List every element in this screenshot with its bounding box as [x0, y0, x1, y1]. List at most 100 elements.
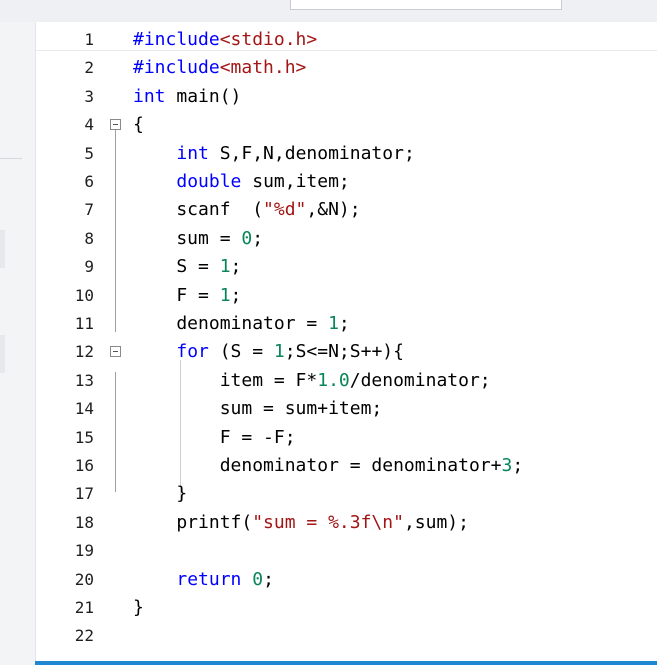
- code-token: sum = sum+item;: [133, 398, 383, 420]
- code-token: F = -F;: [133, 426, 296, 448]
- code-text: }: [133, 594, 144, 622]
- code-token: 3: [501, 455, 513, 476]
- line-number: 8: [84, 228, 94, 248]
- code-line[interactable]: 22: [36, 622, 657, 650]
- code-line[interactable]: 21}: [36, 594, 657, 622]
- code-token: ;S<=N;S++){: [284, 341, 404, 363]
- code-token: S,F,N,denominator;: [208, 142, 415, 164]
- code-token: {: [133, 114, 144, 136]
- code-text: #include<math.h>: [133, 54, 306, 82]
- code-token: 1: [219, 284, 231, 306]
- code-text: {: [133, 111, 144, 139]
- collapse-box-icon[interactable]: [110, 119, 121, 131]
- code-token: #include: [133, 29, 220, 50]
- line-number: 15: [74, 427, 94, 447]
- code-text: for (S = 1;S<=N;S++){: [133, 338, 404, 366]
- code-line[interactable]: 7 scanf ("%d",&N);: [36, 196, 657, 224]
- code-line[interactable]: 19: [36, 537, 657, 565]
- code-line[interactable]: 17 }: [36, 480, 657, 508]
- code-token: ,&N);: [306, 199, 361, 221]
- line-number: 2: [84, 58, 94, 78]
- code-line[interactable]: 14 sum = sum+item;: [36, 395, 657, 423]
- code-token: denominator = denominator+: [133, 455, 502, 476]
- code-line[interactable]: 4{: [36, 111, 657, 139]
- panel-tab[interactable]: [0, 335, 5, 373]
- code-line[interactable]: 15 F = -F;: [36, 424, 657, 452]
- code-token: denominator =: [133, 313, 329, 334]
- code-text: denominator = 1;: [133, 310, 350, 338]
- code-token: ;: [263, 568, 274, 590]
- line-number: 9: [84, 257, 94, 277]
- code-token: #include: [133, 57, 220, 79]
- line-number: 3: [84, 86, 94, 106]
- code-text: denominator = denominator+3;: [133, 452, 523, 480]
- code-line[interactable]: 3 int main(): [36, 83, 657, 111]
- code-token: 0: [252, 568, 264, 590]
- code-token: sum,item;: [241, 171, 350, 192]
- line-number: 16: [74, 456, 94, 475]
- code-editor[interactable]: 1 #include<stdio.h> 2 #include<math.h> 3 int …: [35, 22, 657, 661]
- code-token: ;: [252, 227, 264, 249]
- code-line[interactable]: 9 S = 1;: [36, 253, 657, 281]
- line-number: 12: [74, 342, 94, 362]
- code-line[interactable]: 20 return 0;: [36, 566, 657, 594]
- code-token: 1: [273, 341, 285, 363]
- code-text: sum = 0;: [133, 225, 263, 253]
- code-text: #include<stdio.h>: [133, 26, 317, 54]
- code-token: printf(: [133, 511, 253, 533]
- code-line[interactable]: 11 denominator = 1;: [36, 310, 657, 338]
- code-token: 0: [241, 227, 253, 249]
- collapse-box-icon[interactable]: [110, 346, 121, 358]
- code-line[interactable]: 5 int S,F,N,denominator;: [36, 140, 657, 168]
- code-token: }: [133, 597, 144, 618]
- code-text: S = 1;: [133, 253, 241, 281]
- line-number: 6: [84, 172, 94, 191]
- code-token: ;: [338, 313, 350, 334]
- code-token: double: [176, 171, 242, 192]
- line-number: 10: [74, 285, 94, 305]
- code-token: }: [133, 483, 188, 505]
- code-token: 1: [219, 256, 231, 278]
- status-bar: [35, 661, 657, 665]
- line-number: 17: [74, 484, 94, 504]
- code-line[interactable]: 10 F = 1;: [36, 282, 657, 310]
- search-box[interactable]: [290, 0, 562, 10]
- code-token: F =: [133, 284, 220, 306]
- code-line[interactable]: 2 #include<math.h>: [36, 54, 657, 82]
- code-token: <math.h>: [219, 57, 307, 79]
- code-token: int: [133, 85, 166, 107]
- code-line[interactable]: 1 #include<stdio.h>: [36, 26, 657, 54]
- code-line[interactable]: 8 sum = 0;: [36, 225, 657, 253]
- code-token: ;: [230, 256, 242, 278]
- code-line[interactable]: 6 double sum,item;: [36, 168, 657, 196]
- code-line[interactable]: 16 denominator = denominator+3;: [36, 452, 657, 480]
- line-number: 5: [84, 143, 94, 163]
- code-line[interactable]: 12 for (S = 1;S<=N;S++){: [36, 338, 657, 366]
- line-number: 14: [74, 399, 94, 419]
- line-number: 18: [74, 512, 94, 532]
- line-number: 7: [84, 200, 94, 220]
- code-token: (S =: [208, 341, 274, 363]
- line-number: 1: [84, 30, 94, 49]
- code-text: sum = sum+item;: [133, 395, 383, 423]
- line-number: 20: [74, 569, 94, 589]
- panel-tab[interactable]: [0, 230, 5, 268]
- code-token: return: [176, 568, 242, 590]
- code-line[interactable]: 18 printf("sum = %.3f\n",sum);: [36, 509, 657, 537]
- code-token: 1: [328, 313, 339, 334]
- panel-divider: [0, 158, 22, 159]
- left-panel-edge: [0, 22, 35, 665]
- code-text: printf("sum = %.3f\n",sum);: [133, 509, 469, 537]
- line-number: 21: [74, 598, 94, 617]
- code-text: scanf ("%d",&N);: [133, 196, 361, 224]
- code-text: F = -F;: [133, 424, 296, 452]
- code-text: item = F*1.0/denominator;: [133, 367, 491, 395]
- code-line[interactable]: 13 item = F*1.0/denominator;: [36, 367, 657, 395]
- code-text: int S,F,N,denominator;: [133, 140, 415, 168]
- line-number: 13: [74, 370, 94, 390]
- code-token: scanf (: [133, 199, 264, 221]
